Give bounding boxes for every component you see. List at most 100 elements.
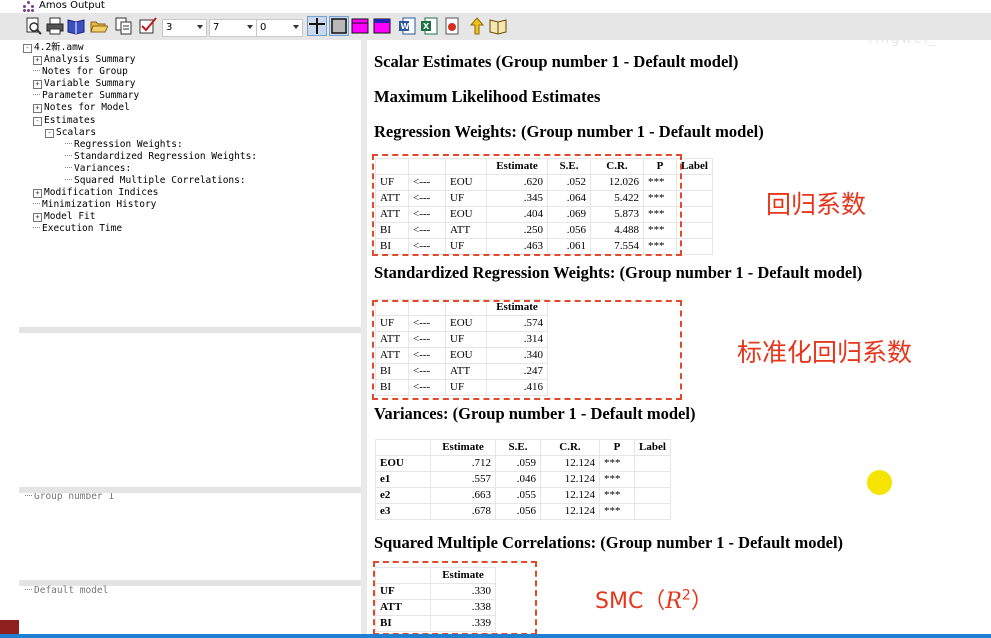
collapse-icon[interactable]: -: [23, 44, 32, 53]
table-format-stepper[interactable]: 0: [256, 19, 303, 37]
group-panel: Group number 1: [19, 333, 361, 502]
print-icon[interactable]: [46, 17, 64, 35]
highlight-box: [373, 561, 537, 635]
tree-connector: [65, 166, 72, 168]
tree-item-label: Squared Multiple Correlations:: [74, 175, 246, 186]
tree-root[interactable]: -4.2新.amw: [23, 42, 84, 54]
tree-item[interactable]: Squared Multiple Correlations:: [65, 175, 246, 187]
output-tree: -4.2新.amw + Analysis Summary Notes for Gro…: [19, 40, 361, 327]
model-panel: Default model: [19, 585, 361, 620]
tree-item-label: Notes for Model: [44, 102, 130, 114]
collapse-icon[interactable]: -: [45, 128, 54, 138]
table-cell: [634, 455, 671, 472]
tree-connector: [33, 70, 40, 72]
tree-item-label: Parameter Summary: [42, 90, 140, 102]
pdf-export-icon[interactable]: [443, 17, 461, 35]
table-cell: ***: [599, 455, 635, 472]
table-row: e3.678.056 12.124 ***: [375, 503, 671, 520]
column-width-stepper[interactable]: 7: [209, 19, 257, 37]
open-folder-icon[interactable]: [90, 17, 108, 35]
grid-lines-icon[interactable]: [307, 16, 327, 36]
column-width-value: 7: [213, 22, 220, 33]
highlight-box: [372, 154, 682, 256]
chevron-down-icon[interactable]: [293, 25, 299, 29]
tree-item[interactable]: + Notes for Model: [33, 102, 130, 114]
excel-export-icon[interactable]: X: [420, 17, 438, 35]
tree-item[interactable]: Execution Time: [33, 223, 122, 235]
title-bar: Amos Output: [0, 0, 991, 13]
table-cell: 12.124: [540, 471, 600, 488]
tree-item[interactable]: + Variable Summary: [33, 78, 136, 90]
table-cell: e1: [375, 471, 431, 488]
table-cell: .046: [495, 471, 541, 488]
tree-item[interactable]: - Estimates: [33, 115, 95, 127]
scalar-heading: Scalar Estimates (Group number 1 - Defau…: [374, 52, 739, 71]
tree-item[interactable]: Standardized Regression Weights:: [65, 151, 257, 163]
variances-heading: Variances: (Group number 1 - Default mod…: [374, 404, 696, 423]
expand-icon[interactable]: +: [33, 213, 42, 223]
table-cell: 12.124: [540, 455, 600, 472]
column-header: P: [599, 439, 635, 456]
word-export-icon[interactable]: W: [398, 17, 416, 35]
table-format-value: 0: [260, 22, 267, 33]
header-color-icon[interactable]: [351, 17, 369, 35]
tree-item[interactable]: + Analysis Summary: [33, 54, 136, 66]
checkbox-icon[interactable]: [139, 17, 157, 35]
tree-item[interactable]: Regression Weights:: [65, 139, 183, 151]
smc-note-exp: 2: [681, 587, 691, 604]
chevron-down-icon[interactable]: [247, 25, 253, 29]
window-title: Amos Output: [39, 0, 105, 11]
table-cell: 12.124: [540, 487, 600, 504]
watermark: tingwei_: [868, 32, 938, 47]
expand-icon[interactable]: +: [33, 56, 42, 65]
help-book-icon[interactable]: [489, 17, 507, 35]
decimals-stepper[interactable]: 3: [162, 19, 207, 37]
table-cell: e3: [375, 503, 431, 520]
tree-item[interactable]: Minimization History: [33, 199, 156, 211]
svg-text:W: W: [401, 22, 410, 31]
tree-item[interactable]: Notes for Group: [33, 66, 128, 78]
smc-note-suffix: ）: [690, 589, 713, 614]
column-header: Estimate: [430, 439, 496, 456]
table-border-icon[interactable]: [329, 16, 349, 36]
book-icon[interactable]: [67, 17, 85, 35]
table-cell: ***: [599, 471, 635, 488]
tree-item[interactable]: Variances:: [65, 163, 131, 175]
table-header-row: Estimate S.E. C.R. P Label: [375, 439, 671, 456]
expand-icon[interactable]: +: [33, 104, 42, 114]
tree-item-label: Execution Time: [42, 223, 123, 235]
column-header: Label: [634, 439, 671, 456]
row-color-icon[interactable]: [373, 17, 391, 35]
print-preview-icon[interactable]: [25, 17, 43, 35]
table-cell: 12.124: [540, 503, 600, 520]
expand-icon[interactable]: +: [33, 80, 42, 90]
model-item[interactable]: Default model: [25, 585, 108, 597]
column-header: C.R.: [540, 439, 600, 456]
tree-item-label: Variable Summary: [44, 78, 136, 90]
tree-item[interactable]: Parameter Summary: [33, 90, 139, 102]
up-arrow-icon[interactable]: [468, 17, 486, 35]
table-cell: [634, 471, 671, 488]
table-row: e2.663.055 12.124 ***: [375, 487, 671, 504]
copy-icon[interactable]: [115, 17, 133, 35]
expand-icon[interactable]: +: [33, 189, 42, 199]
tree-item[interactable]: + Model Fit: [33, 211, 95, 223]
table-cell: .059: [495, 455, 541, 472]
tree-item-label: Model Fit: [44, 211, 96, 223]
tree-item-label: Scalars: [56, 126, 97, 138]
tree-item-label: Regression Weights:: [74, 138, 183, 150]
smc-note-prefix: SMC（: [595, 589, 666, 614]
collapse-icon[interactable]: -: [33, 116, 42, 126]
splitter[interactable]: [19, 487, 361, 493]
table-cell: .712: [430, 455, 496, 472]
chevron-down-icon[interactable]: [197, 25, 203, 29]
table-row: e1.557.046 12.124 ***: [375, 471, 671, 488]
tree-item[interactable]: - Scalars: [45, 127, 96, 139]
taskbar-edge: [0, 634, 991, 638]
tree-item-label: Minimization History: [42, 199, 157, 211]
smc-note: SMC（R2）: [595, 583, 713, 615]
tree-connector: [65, 142, 72, 144]
table-cell: .557: [430, 471, 496, 488]
table-cell: ***: [599, 487, 635, 504]
tree-item[interactable]: + Modification Indices: [33, 187, 158, 199]
